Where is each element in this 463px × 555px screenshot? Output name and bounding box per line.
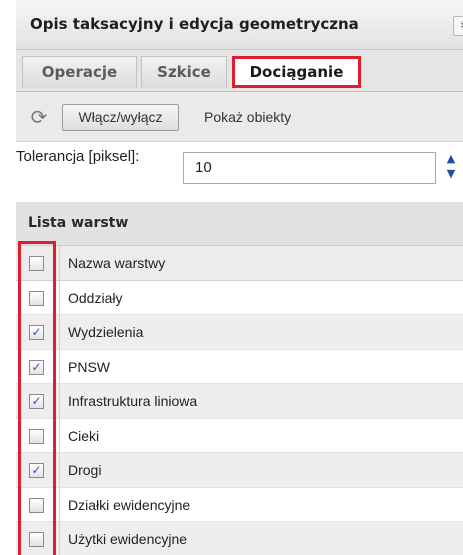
layer-name: Działki ewidencyjne — [68, 496, 191, 513]
layer-row[interactable]: Oddziały — [16, 280, 463, 315]
layer-name: Infrastruktura liniowa — [68, 393, 198, 409]
spinner-up-icon[interactable]: ▲ — [440, 152, 462, 167]
layer-row[interactable]: ✓ Infrastruktura liniowa — [16, 384, 463, 419]
layer-name: Drogi — [68, 462, 102, 478]
layer-checkbox[interactable] — [29, 497, 44, 513]
layer-checkbox[interactable]: ✓ — [29, 359, 44, 375]
layer-checkbox[interactable]: ✓ — [29, 394, 44, 409]
checkbox-cell — [16, 418, 60, 452]
checkbox-cell — [16, 246, 60, 280]
checkbox-cell: ✓ — [16, 453, 60, 487]
tolerance-spinner[interactable]: ▲ ▼ — [440, 152, 462, 184]
toolbar: ⟳ Włącz/wyłącz Pokaż obiekty — [16, 92, 463, 142]
collapse-panel-button[interactable]: » — [453, 16, 463, 36]
panel-title: Opis taksacyjny i edycja geometryczna — [30, 15, 359, 33]
tolerance-label: Tolerancja [piksel]: — [16, 148, 140, 165]
tabs-bar: Operacje Szkice Dociąganie — [16, 50, 463, 92]
layer-list-header: Lista warstw — [16, 202, 463, 246]
layer-checkbox[interactable] — [29, 428, 44, 444]
checkbox-cell: ✓ — [16, 349, 60, 383]
layer-name: Użytki ewidencyjne — [68, 531, 188, 547]
layer-checkbox[interactable] — [29, 532, 44, 547]
show-objects-button[interactable]: Pokaż obiekty — [204, 109, 291, 125]
layer-row[interactable]: ✓ PNSW — [16, 349, 463, 384]
tolerance-input[interactable]: 10 — [183, 152, 436, 184]
layer-checkbox[interactable]: ✓ — [29, 325, 44, 340]
layer-row[interactable]: Cieki — [16, 418, 463, 453]
tab-operacje[interactable]: Operacje — [22, 56, 137, 88]
layer-list-title: Lista warstw — [28, 215, 129, 231]
layer-name: Oddziały — [68, 289, 123, 306]
layer-checkbox[interactable]: ✓ — [29, 463, 44, 478]
layer-checkbox[interactable] — [29, 290, 44, 306]
tab-szkice[interactable]: Szkice — [141, 56, 227, 88]
tab-dociaganie[interactable]: Dociąganie — [232, 56, 361, 88]
layer-row[interactable]: ✓ Drogi — [16, 453, 463, 488]
layer-name: Cieki — [68, 427, 100, 444]
checkbox-cell — [16, 487, 60, 521]
layer-name: Wydzielenia — [68, 324, 144, 340]
layer-table-header-row: Nazwa warstwy — [16, 246, 463, 281]
checkbox-cell — [16, 522, 60, 555]
refresh-icon[interactable]: ⟳ — [27, 105, 51, 129]
panel-header: Opis taksacyjny i edycja geometryczna » — [16, 0, 463, 50]
layer-row[interactable]: ✓ Wydzielenia — [16, 315, 463, 350]
toggle-snapping-button[interactable]: Włącz/wyłącz — [62, 104, 179, 131]
checkbox-cell: ✓ — [16, 384, 60, 418]
spinner-down-icon[interactable]: ▼ — [440, 167, 462, 182]
layer-name: PNSW — [68, 358, 110, 375]
checkbox-cell — [16, 280, 60, 314]
layer-table: Nazwa warstwy Oddziały ✓ Wydzielenia ✓ PNSW ✓… — [16, 246, 463, 555]
layer-row[interactable]: Działki ewidencyjne — [16, 487, 463, 522]
select-all-checkbox[interactable] — [29, 256, 44, 271]
layer-row[interactable]: Użytki ewidencyjne — [16, 522, 463, 555]
checkbox-cell: ✓ — [16, 315, 60, 349]
column-header-layer-name: Nazwa warstwy — [68, 255, 166, 271]
